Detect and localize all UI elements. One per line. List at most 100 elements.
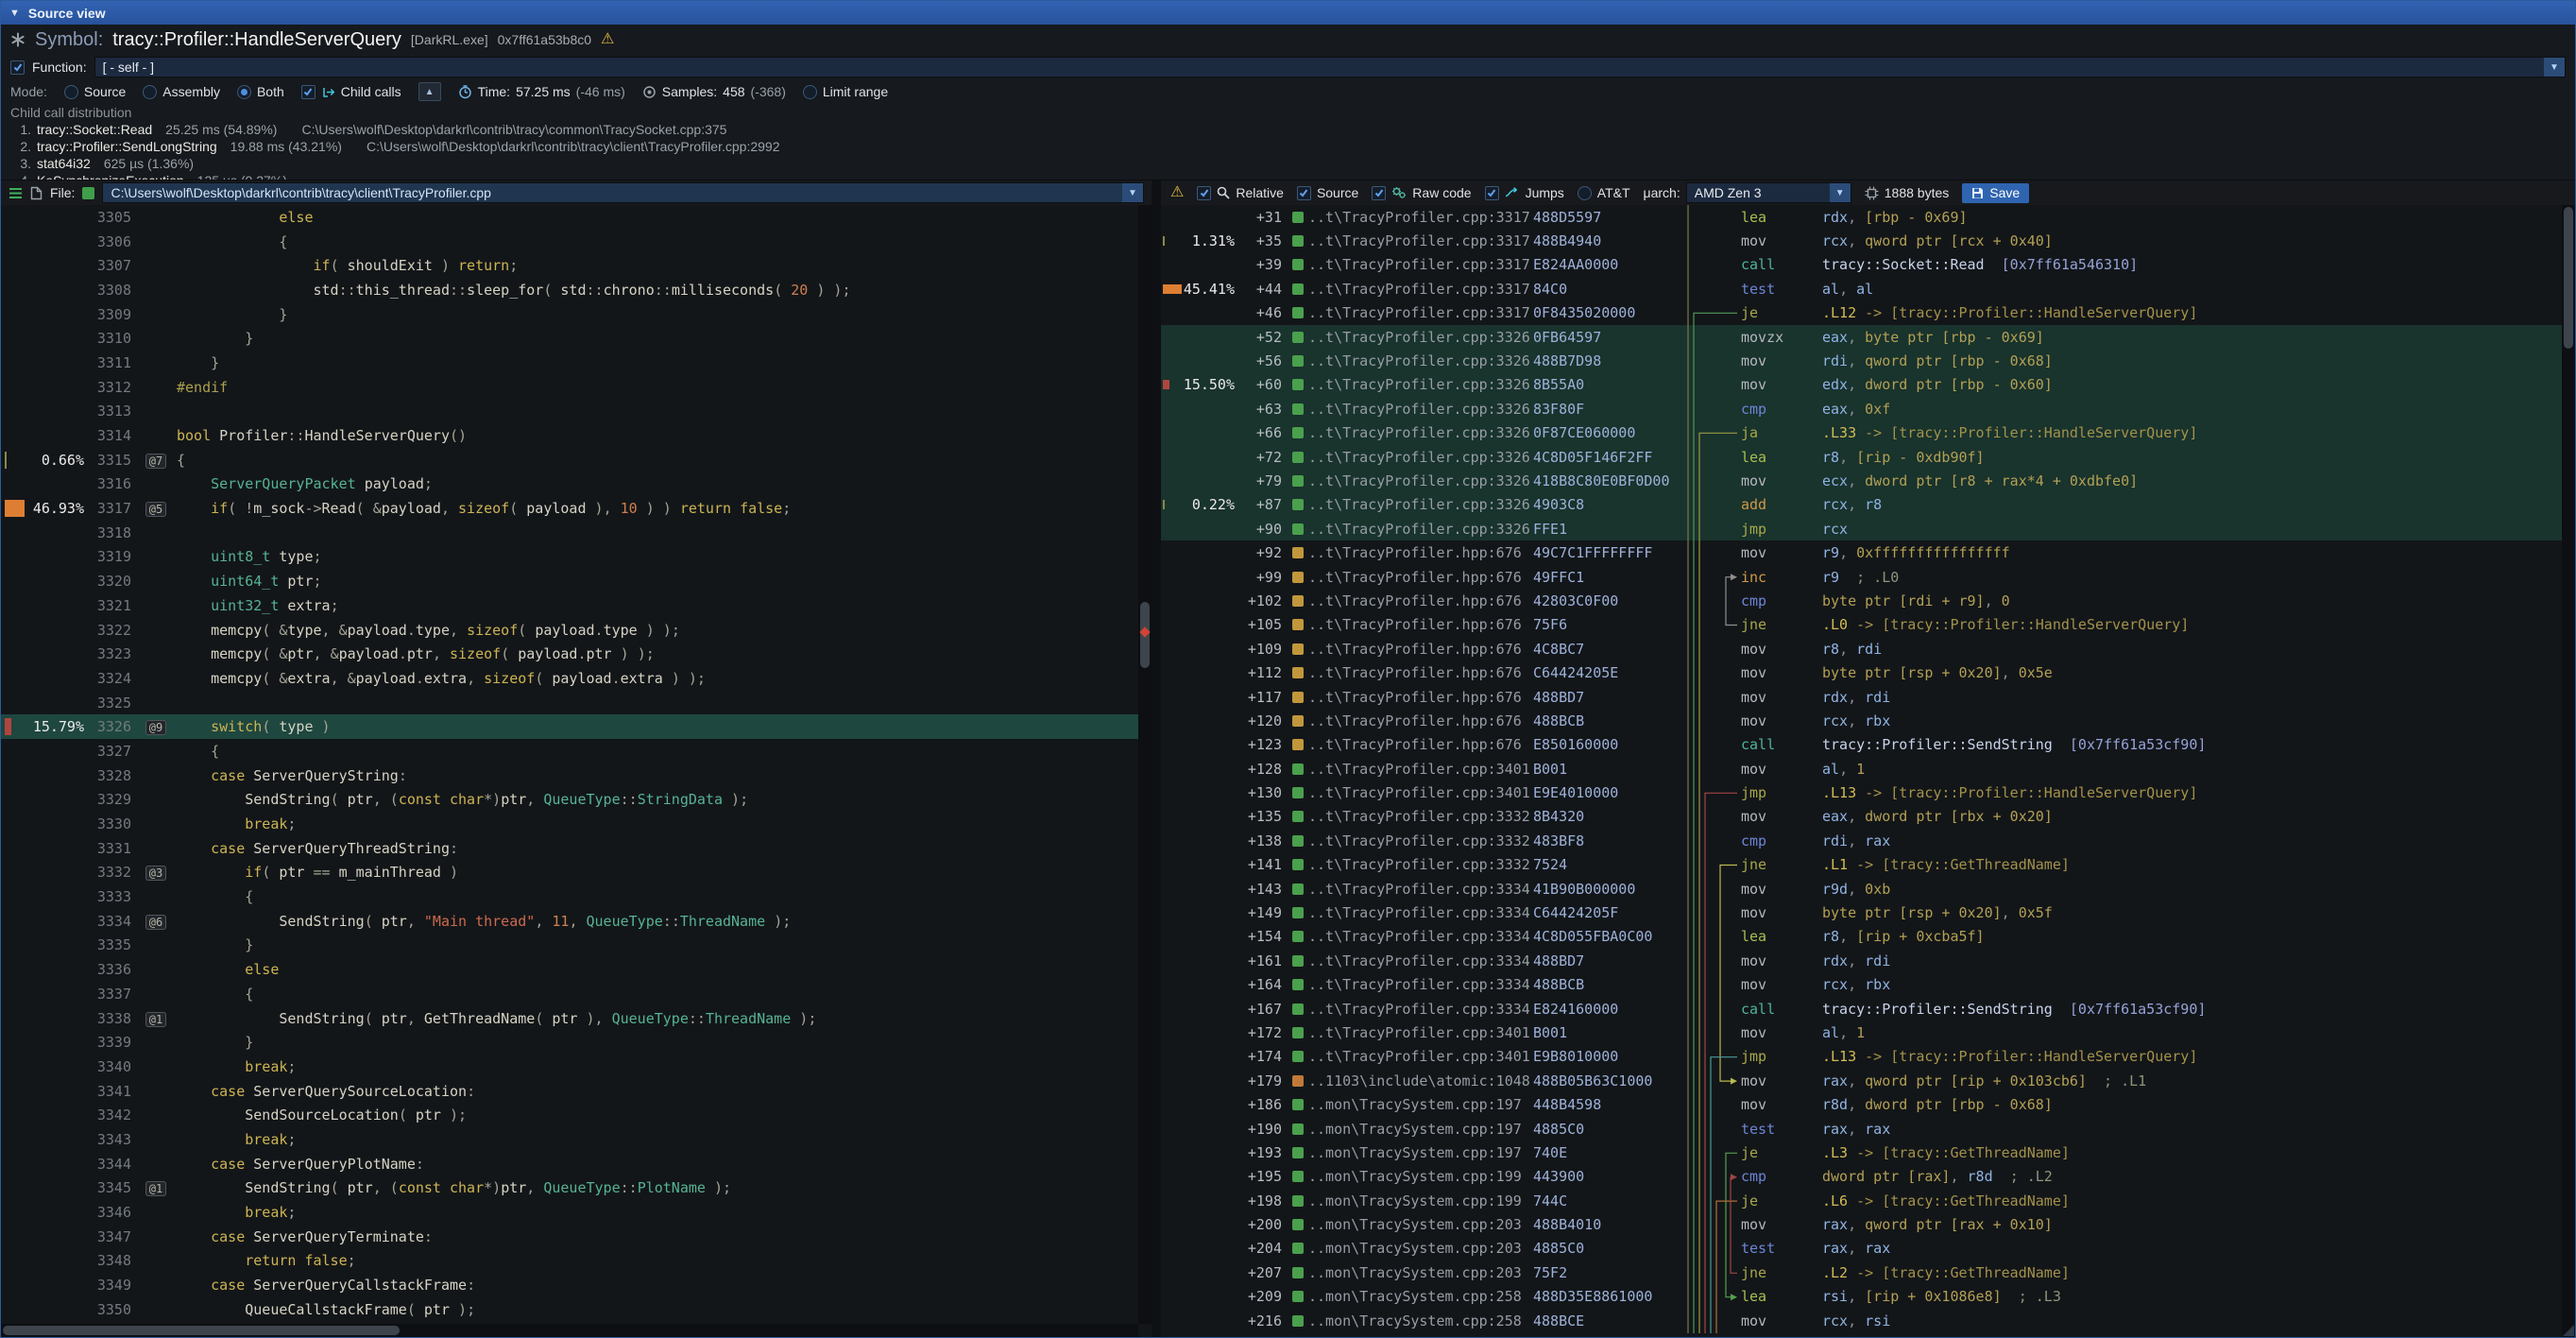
asm-row[interactable]: +149..t\TracyProfiler.cpp:3334C64424205F… xyxy=(1161,901,2562,924)
source-line[interactable]: 3319 uint8_t type; xyxy=(1,545,1138,570)
asm-scroll-thumb[interactable] xyxy=(2564,207,2573,349)
asm-row[interactable]: +143..t\TracyProfiler.cpp:333441B90B0000… xyxy=(1161,877,2562,901)
mode-option-source[interactable]: Source xyxy=(64,84,126,99)
asm-row[interactable]: 45.41%+44..t\TracyProfiler.cpp:331784C0t… xyxy=(1161,277,2562,300)
source-line[interactable]: 3335 } xyxy=(1,934,1138,958)
function-combobox[interactable]: [ - self - ] ▼ xyxy=(94,57,2566,77)
source-line[interactable]: 3322 memcpy( &type, &payload.type, sizeo… xyxy=(1,618,1138,643)
asm-row[interactable]: +130..t\TracyProfiler.cpp:3401E9E4010000… xyxy=(1161,780,2562,804)
chevron-down-icon[interactable]: ▼ xyxy=(2544,58,2565,77)
asm-row[interactable]: +193..mon\TracySystem.cpp:197740Eje.L3 -… xyxy=(1161,1141,2562,1164)
source-line[interactable]: 3307 if( shouldExit ) return; xyxy=(1,253,1138,278)
mode-option-both[interactable]: Both xyxy=(237,84,284,99)
child-call-row[interactable]: 1.tracy::Socket::Read25.25 ms (54.89%)C:… xyxy=(10,121,2566,138)
asm-row[interactable]: +216..mon\TracySystem.cpp:258488BCEmovrc… xyxy=(1161,1309,2562,1332)
asm-row[interactable]: 1.31%+35..t\TracyProfiler.cpp:3317488B49… xyxy=(1161,229,2562,252)
asm-vscrollbar[interactable] xyxy=(2562,205,2575,1337)
asm-row[interactable]: +164..t\TracyProfiler.cpp:3334488BCBmovr… xyxy=(1161,973,2562,997)
att-radio[interactable] xyxy=(1578,186,1592,200)
jumps-checkbox[interactable] xyxy=(1485,186,1499,200)
file-list-icon[interactable] xyxy=(9,186,23,200)
asm-row[interactable]: +141..t\TracyProfiler.cpp:33327524jne.L1… xyxy=(1161,853,2562,877)
asm-row[interactable]: +31..t\TracyProfiler.cpp:3317488D5597lea… xyxy=(1161,205,2562,229)
asm-row[interactable]: +209..mon\TracySystem.cpp:258488D35E8861… xyxy=(1161,1285,2562,1309)
asm-row[interactable]: +174..t\TracyProfiler.cpp:3401E9B8010000… xyxy=(1161,1045,2562,1069)
source-line[interactable]: 3346 break; xyxy=(1,1200,1138,1225)
asm-row[interactable]: +154..t\TracyProfiler.cpp:33344C8D055FBA… xyxy=(1161,925,2562,949)
asm-row[interactable]: +63..t\TracyProfiler.cpp:332683F80Fcmpea… xyxy=(1161,397,2562,420)
source-line[interactable]: 3321 uint32_t extra; xyxy=(1,593,1138,618)
title-bar[interactable]: ▼ Source view xyxy=(1,1,2575,25)
mode-option-assembly[interactable]: Assembly xyxy=(143,84,220,99)
source-line[interactable]: 3334@6 SendString( ptr, "Main thread", 1… xyxy=(1,909,1138,934)
asm-row[interactable]: +190..mon\TracySystem.cpp:1974885C0testr… xyxy=(1161,1117,2562,1141)
source-line[interactable]: 3336 else xyxy=(1,957,1138,982)
raw-code-checkbox[interactable] xyxy=(1372,186,1386,200)
source-line[interactable]: 3330 break; xyxy=(1,812,1138,836)
source-line[interactable]: 0.66%3315@7{ xyxy=(1,448,1138,472)
chevron-down-icon[interactable]: ▼ xyxy=(1830,183,1851,202)
source-line[interactable]: 3311 } xyxy=(1,351,1138,375)
child-calls-toggle[interactable]: Child calls xyxy=(301,84,401,99)
asm-row[interactable]: 0.22%+87..t\TracyProfiler.cpp:33264903C8… xyxy=(1161,493,2562,517)
source-line[interactable]: 3316 ServerQueryPacket payload; xyxy=(1,472,1138,497)
source-line[interactable]: 3342 SendSourceLocation( ptr ); xyxy=(1,1103,1138,1127)
asm-row[interactable]: +102..t\TracyProfiler.hpp:67642803C0F00c… xyxy=(1161,589,2562,612)
file-combobox[interactable]: C:\Users\wolf\Desktop\darkrl\contrib\tra… xyxy=(102,182,1144,203)
source-line[interactable]: 3325 xyxy=(1,691,1138,715)
source-line[interactable]: 3329 SendString( ptr, (const char*)ptr, … xyxy=(1,788,1138,813)
source-line[interactable]: 46.93%3317@5 if( !m_sock->Read( &payload… xyxy=(1,496,1138,521)
asm-row[interactable]: +204..mon\TracySystem.cpp:2034885C0testr… xyxy=(1161,1237,2562,1261)
asm-row[interactable]: +198..mon\TracySystem.cpp:199744Cje.L6 -… xyxy=(1161,1189,2562,1212)
source-vscrollbar[interactable] xyxy=(1138,205,1152,1324)
source-hscroll-thumb[interactable] xyxy=(3,1326,400,1335)
chevron-down-icon[interactable]: ▼ xyxy=(1122,183,1143,202)
source-line[interactable]: 3305 else xyxy=(1,205,1138,230)
source-line[interactable]: 3331 case ServerQueryThreadString: xyxy=(1,836,1138,861)
source-line[interactable]: 3341 case ServerQuerySourceLocation: xyxy=(1,1079,1138,1104)
source-toggle[interactable]: Source xyxy=(1297,185,1358,200)
save-button[interactable]: Save xyxy=(1962,183,2029,203)
source-line[interactable]: 3310 } xyxy=(1,326,1138,351)
source-line[interactable]: 3345@1 SendString( ptr, (const char*)ptr… xyxy=(1,1176,1138,1201)
asm-row[interactable]: +161..t\TracyProfiler.cpp:3334488BD7movr… xyxy=(1161,949,2562,972)
source-line[interactable]: 3333 { xyxy=(1,884,1138,909)
asm-row[interactable]: 15.50%+60..t\TracyProfiler.cpp:33268B55A… xyxy=(1161,373,2562,397)
pane-divider[interactable] xyxy=(1152,180,1161,1337)
source-line[interactable]: 3314bool Profiler::HandleServerQuery() xyxy=(1,423,1138,448)
source-line[interactable]: 3327 { xyxy=(1,739,1138,763)
source-line[interactable]: 3323 memcpy( &ptr, &payload.ptr, sizeof(… xyxy=(1,642,1138,666)
source-line[interactable]: 3340 break; xyxy=(1,1055,1138,1079)
asm-row[interactable]: +92..t\TracyProfiler.hpp:67649C7C1FFFFFF… xyxy=(1161,540,2562,564)
asm-row[interactable]: +135..t\TracyProfiler.cpp:33328B4320move… xyxy=(1161,805,2562,829)
source-hscrollbar[interactable] xyxy=(1,1324,1138,1337)
asm-row[interactable]: +207..mon\TracySystem.cpp:20375F2jne.L2 … xyxy=(1161,1261,2562,1284)
asm-row[interactable]: +109..t\TracyProfiler.hpp:6764C8BC7movr8… xyxy=(1161,637,2562,660)
child-call-row[interactable]: 3.stat64i32625 µs (1.36%) xyxy=(10,155,2566,172)
source-checkbox[interactable] xyxy=(1297,186,1311,200)
source-line[interactable]: 3343 break; xyxy=(1,1127,1138,1152)
asm-row[interactable]: +99..t\TracyProfiler.hpp:67649FFC1incr9 … xyxy=(1161,565,2562,589)
relative-checkbox[interactable] xyxy=(1197,186,1211,200)
source-line[interactable]: 3313 xyxy=(1,400,1138,424)
source-line[interactable]: 3320 uint64_t ptr; xyxy=(1,569,1138,593)
source-line[interactable]: 3348 return false; xyxy=(1,1249,1138,1274)
asm-row[interactable]: +179..1103\include\atomic:1048488B05B63C… xyxy=(1161,1069,2562,1092)
go-to-parent-button[interactable]: ▲ xyxy=(418,82,441,101)
source-line[interactable]: 3308 std::this_thread::sleep_for( std::c… xyxy=(1,278,1138,302)
asm-row[interactable]: +46..t\TracyProfiler.cpp:33170F843502000… xyxy=(1161,301,2562,325)
source-line[interactable]: 3350 QueueCallstackFrame( ptr ); xyxy=(1,1297,1138,1322)
asm-row[interactable]: +167..t\TracyProfiler.cpp:3334E824160000… xyxy=(1161,997,2562,1021)
radio-source[interactable] xyxy=(64,85,78,99)
jumps-toggle[interactable]: Jumps xyxy=(1485,185,1564,200)
child-call-row[interactable]: 4.KeSynchronizeExecution125 µs (0.27%) xyxy=(10,172,2566,180)
source-line[interactable]: 3312#endif xyxy=(1,375,1138,400)
radio-both[interactable] xyxy=(237,85,251,99)
source-line[interactable]: 3332@3 if( ptr == m_mainThread ) xyxy=(1,861,1138,885)
source-line[interactable]: 3324 memcpy( &extra, &payload.extra, siz… xyxy=(1,666,1138,691)
relative-toggle[interactable]: Relative xyxy=(1197,185,1284,200)
source-line[interactable]: 3318 xyxy=(1,521,1138,545)
function-checkbox[interactable] xyxy=(10,60,25,75)
source-line[interactable]: 3349 case ServerQueryCallstackFrame: xyxy=(1,1273,1138,1297)
radio-assembly[interactable] xyxy=(143,85,157,99)
